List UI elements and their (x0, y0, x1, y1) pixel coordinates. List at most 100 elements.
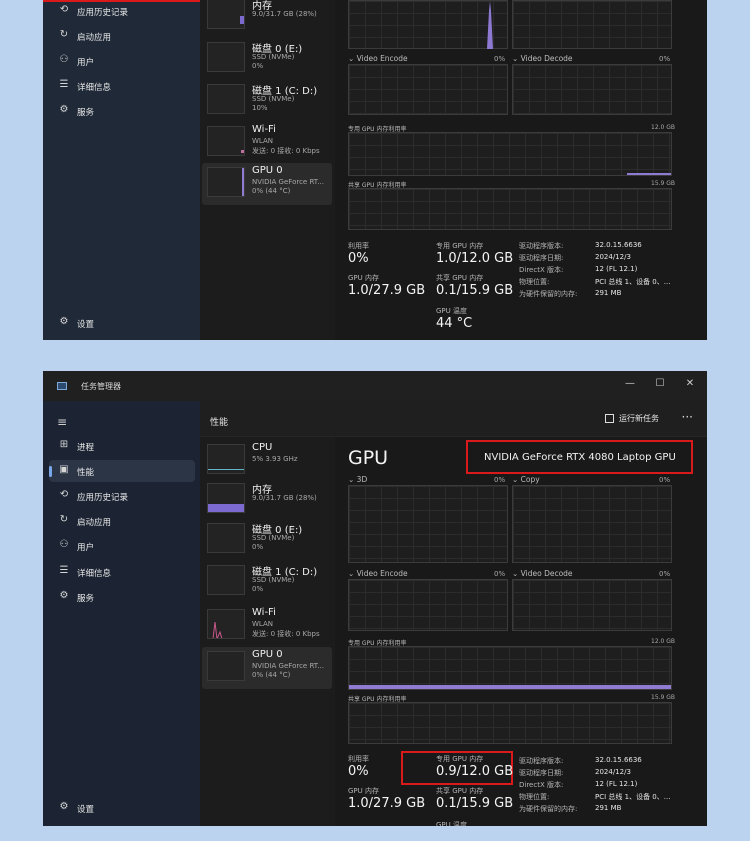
sidebar-item-label: 用户 (77, 543, 95, 553)
stat-util: 0% (348, 764, 369, 779)
page-title: 性能 (210, 418, 229, 428)
close-button[interactable]: ✕ (679, 375, 701, 393)
cpu-thumbnail (207, 444, 245, 474)
shared-max: 15.9 GB (651, 180, 676, 187)
more-options-button[interactable]: ··· (682, 410, 693, 424)
sidebar-item-processes[interactable]: ⊞ 进程 (49, 435, 195, 457)
gpu-model-highlight: NVIDIA GeForce RTX 4080 Laptop GPU (466, 440, 693, 474)
device-name: CPU (252, 442, 273, 453)
main-area: 性能 运行新任务 ··· CPU 5% 3.93 GHz 内存 9.0/31.7… (200, 401, 707, 826)
label-text: Video Decode (520, 54, 573, 63)
device-disk0[interactable]: 磁盘 0 (E:) SSD (NVMe) 0% (202, 38, 332, 76)
memory-thumbnail (207, 0, 245, 29)
settings-button[interactable]: ⚙ 设置 (49, 312, 195, 334)
task-manager-window-top: ⟲ 应用历史记录 ↻ 启动应用 ⚇ 用户 ☰ 详细信息 ⚙ 服务 ⚙ 设置 内存… (43, 0, 707, 340)
device-disk1[interactable]: 磁盘 1 (C: D:) SSD (NVMe) 10% (202, 80, 332, 118)
gear-icon: ⚙ (59, 316, 69, 327)
device-sub: WLAN (252, 620, 274, 628)
device-gpu0[interactable]: GPU 0 NVIDIA GeForce RT... 0% (44 °C) (202, 647, 332, 689)
disk1-thumbnail (207, 565, 245, 595)
gpu-thumbnail (207, 167, 245, 197)
info-driver-version: 32.0.15.6636 (595, 756, 642, 764)
graph-video-decode (512, 579, 672, 631)
graph-dedicated-memory (348, 646, 672, 690)
device-list: CPU 5% 3.93 GHz 内存 9.0/31.7 GB (28%) 磁盘 … (200, 437, 335, 826)
device-wifi[interactable]: Wi-Fi WLAN 发送: 0 接收: 0 Kbps (202, 605, 332, 643)
label-video-encode: ⌄ Video Encode (348, 569, 408, 578)
device-sub: 0% (252, 543, 264, 551)
sidebar-item-label: 详细信息 (77, 569, 112, 579)
sidebar-item-app-history[interactable]: ⟲ 应用历史记录 (49, 0, 195, 22)
device-sub: 发送: 0 接收: 0 Kbps (252, 147, 320, 155)
graph-3d-spike (487, 1, 493, 49)
stat-dedicated: 1.0/12.0 GB (436, 251, 514, 266)
run-new-task-button[interactable]: 运行新任务 (605, 413, 659, 424)
sidebar-item-label: 服务 (77, 108, 95, 118)
gpu-thumbnail (207, 651, 245, 681)
wifi-thumbnail (207, 126, 245, 156)
label-video-decode: ⌄ Video Decode (512, 569, 573, 578)
pct-video-decode: 0% (659, 55, 671, 63)
device-name: Wi-Fi (252, 124, 276, 135)
sidebar-item-details[interactable]: ☰ 详细信息 (49, 561, 195, 583)
device-sub: 5% 3.93 GHz (252, 455, 298, 463)
device-cpu[interactable]: CPU 5% 3.93 GHz (202, 440, 332, 478)
task-manager-window-bottom: 任务管理器 — ☐ ✕ ≡ ⊞ 进程 ▣ 性能 ⟲ 应用历史记录 ↻ 启动应用 … (43, 371, 707, 826)
stat-util-label: 利用率 (348, 242, 369, 250)
device-memory[interactable]: 内存 9.0/31.7 GB (28%) (202, 0, 332, 33)
users-icon: ⚇ (59, 539, 69, 550)
minimize-button[interactable]: — (619, 375, 641, 393)
settings-label: 设置 (77, 805, 95, 815)
maximize-button[interactable]: ☐ (649, 375, 671, 393)
device-sub: 0% (44 °C) (252, 187, 291, 195)
sidebar-item-label: 服务 (77, 594, 95, 604)
device-memory[interactable]: 内存 9.0/31.7 GB (28%) (202, 479, 332, 517)
sidebar-item-startup[interactable]: ↻ 启动应用 (49, 25, 195, 47)
graph-copy (512, 0, 672, 49)
memory-thumbnail (207, 483, 245, 513)
pct-3d: 0% (494, 476, 506, 484)
processes-icon: ⊞ (59, 439, 69, 450)
device-sub: 0% (44 °C) (252, 671, 291, 679)
info-driver-date: 2024/12/3 (595, 253, 631, 261)
title-bar: 任务管理器 — ☐ ✕ (43, 371, 707, 401)
stat-gpu-mem-label: GPU 内存 (348, 787, 379, 795)
stat-shared-label: 共享 GPU 内存 (436, 787, 484, 795)
sidebar-item-users[interactable]: ⚇ 用户 (49, 535, 195, 557)
sidebar-item-details[interactable]: ☰ 详细信息 (49, 75, 195, 97)
device-disk1[interactable]: 磁盘 1 (C: D:) SSD (NVMe) 0% (202, 561, 332, 599)
settings-button[interactable]: ⚙ 设置 (49, 797, 195, 819)
services-icon: ⚙ (59, 590, 69, 601)
stat-shared: 0.1/15.9 GB (436, 283, 514, 298)
users-icon: ⚇ (59, 54, 69, 65)
sidebar-item-services[interactable]: ⚙ 服务 (49, 100, 195, 122)
stat-util-label: 利用率 (348, 755, 369, 763)
pct-video-encode: 0% (494, 570, 506, 578)
device-sub: 发送: 0 接收: 0 Kbps (252, 630, 320, 638)
sidebar-item-performance[interactable]: ▣ 性能 (49, 460, 195, 482)
label-video-encode: ⌄ Video Encode (348, 54, 408, 63)
device-sub: SSD (NVMe) (252, 576, 295, 584)
stat-gpu-mem: 1.0/27.9 GB (348, 796, 426, 811)
history-icon: ⟲ (59, 4, 69, 15)
main-area: 内存 9.0/31.7 GB (28%) 磁盘 0 (E:) SSD (NVMe… (200, 0, 707, 340)
stat-shared: 0.1/15.9 GB (436, 796, 514, 811)
sidebar-item-users[interactable]: ⚇ 用户 (49, 50, 195, 72)
sidebar-item-services[interactable]: ⚙ 服务 (49, 586, 195, 608)
device-disk0[interactable]: 磁盘 0 (E:) SSD (NVMe) 0% (202, 519, 332, 557)
sidebar-item-app-history[interactable]: ⟲ 应用历史记录 (49, 485, 195, 507)
pct-copy: 0% (659, 476, 671, 484)
info-location: PCI 总线 1、设备 0、... (595, 793, 671, 801)
device-gpu0[interactable]: GPU 0 NVIDIA GeForce RT... 0% (44 °C) (202, 163, 332, 205)
run-task-label: 运行新任务 (619, 414, 659, 423)
graph-shared-memory (348, 702, 672, 744)
label-text: Video Decode (520, 569, 573, 578)
hamburger-menu-icon[interactable]: ≡ (57, 415, 67, 429)
stat-temp: 44 °C (436, 316, 473, 331)
info-reserved-key: 为硬件保留的内存: (519, 290, 578, 298)
sidebar-item-startup[interactable]: ↻ 启动应用 (49, 510, 195, 532)
info-driver-version-key: 驱动程序版本: (519, 242, 564, 250)
device-wifi[interactable]: Wi-Fi WLAN 发送: 0 接收: 0 Kbps (202, 122, 332, 160)
task-manager-icon (57, 382, 67, 390)
stat-temp-label: GPU 温度 (436, 821, 467, 826)
